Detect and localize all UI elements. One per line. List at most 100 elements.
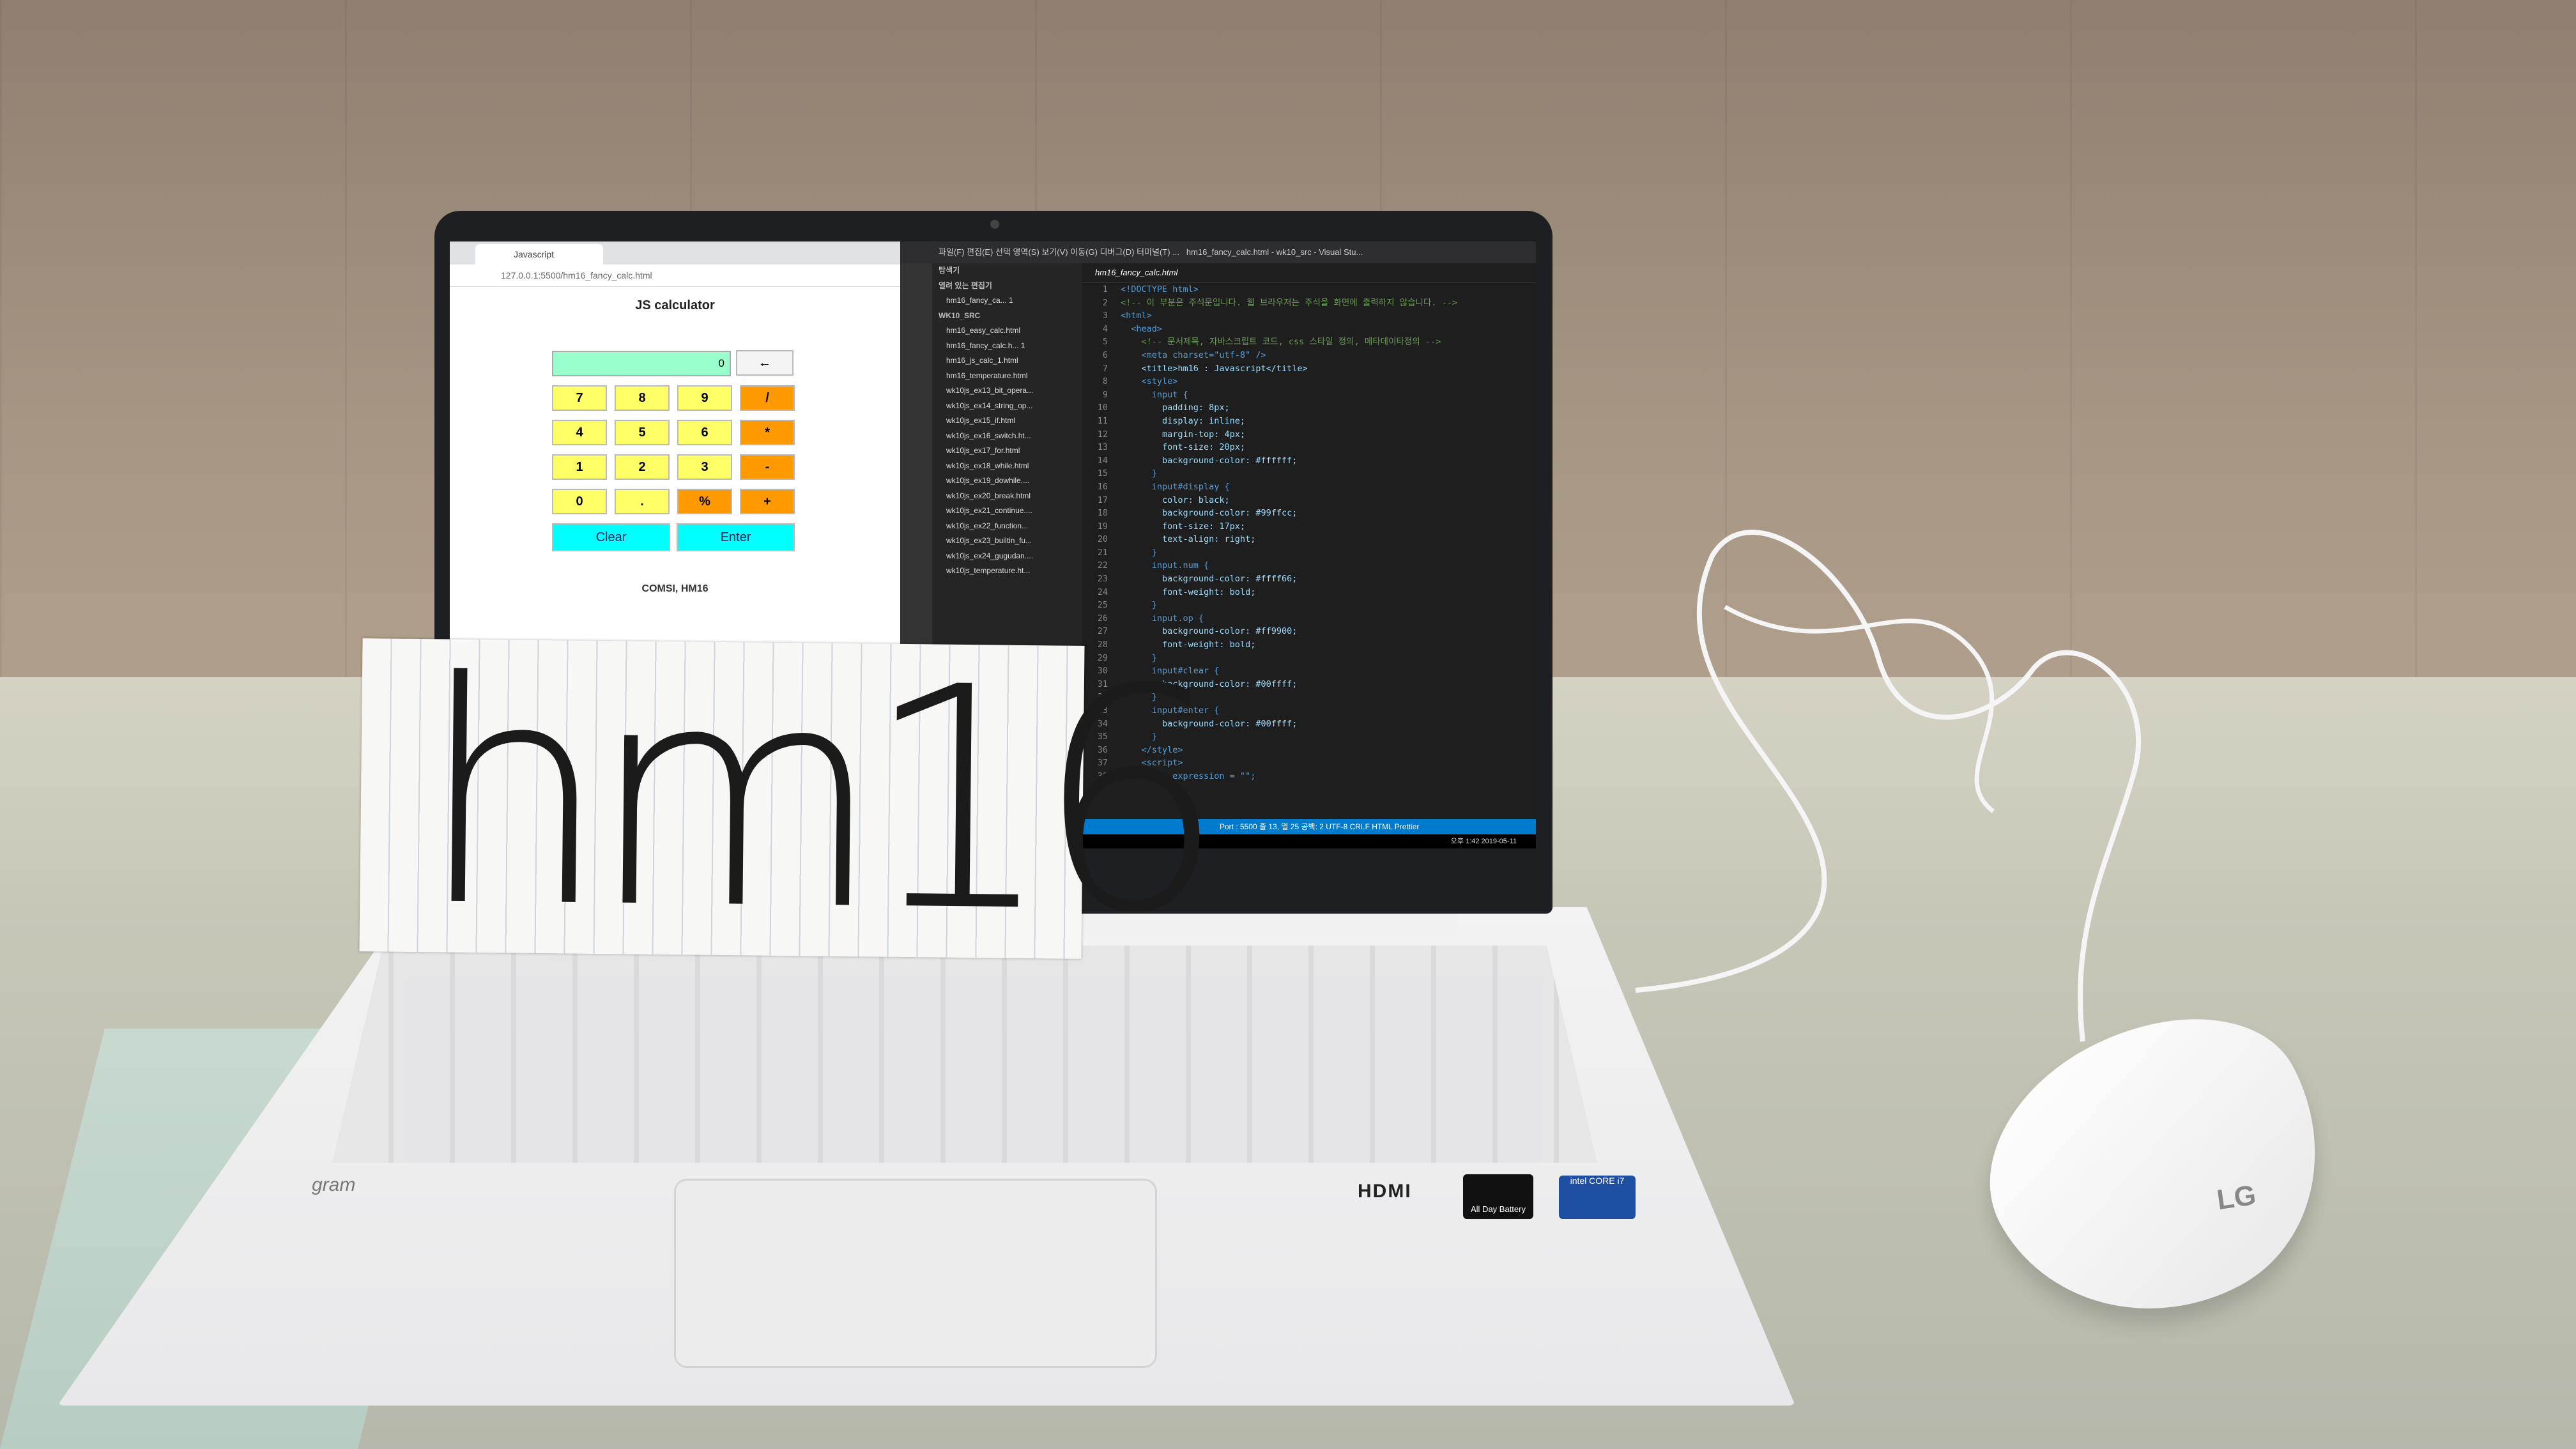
file-item[interactable]: hm16_temperature.html [932, 369, 1082, 384]
key-2[interactable]: 2 [615, 454, 670, 480]
clear-button[interactable]: Clear [552, 523, 670, 551]
file-item[interactable]: wk10js_ex16_switch.ht... [932, 429, 1082, 444]
vscode-menu[interactable]: 파일(F) 편집(E) 선택 영역(S) 보기(V) 이동(G) 디버그(D) … [939, 247, 1179, 257]
key-7[interactable]: 7 [552, 385, 607, 411]
line-number: 21 [1097, 547, 1108, 558]
key-minus[interactable]: - [740, 454, 795, 480]
code-line: 19 font-size: 17px; [1098, 520, 1536, 533]
calc-title: JS calculator [635, 298, 715, 312]
file-item[interactable]: wk10js_ex14_string_op... [932, 399, 1082, 414]
key-plus[interactable]: + [740, 489, 795, 514]
code-line: 26 input.op { [1098, 612, 1536, 625]
address-bar[interactable]: 127.0.0.1:5500/hm16_fancy_calc.html [450, 264, 900, 287]
code-line: 15 } [1098, 467, 1536, 480]
code-line: 7 <title>hm16 : Javascript</title> [1103, 362, 1536, 376]
key-0[interactable]: 0 [552, 489, 607, 514]
code-line: 3 <html> [1103, 309, 1536, 323]
folder-header[interactable]: WK10_SRC [932, 309, 1082, 324]
line-number: 24 [1097, 586, 1108, 597]
webcam [990, 220, 999, 229]
code-line: 1 <!DOCTYPE html> [1103, 283, 1536, 296]
code-line: 4 <head> [1103, 323, 1536, 336]
file-item[interactable]: wk10js_ex24_gugudan.... [932, 549, 1082, 564]
browser-tab[interactable]: Javascript [475, 244, 603, 264]
key-9[interactable]: 9 [677, 385, 732, 411]
file-item[interactable]: wk10js_ex17_for.html [932, 443, 1082, 459]
file-item[interactable]: wk10js_ex19_dowhile.... [932, 473, 1082, 489]
line-number: 4 [1102, 323, 1108, 334]
code-line: 22 input.num { [1098, 559, 1536, 572]
key-percent[interactable]: % [677, 489, 732, 514]
battery-badge: All Day Battery [1463, 1174, 1533, 1219]
code-line: 25 } [1098, 599, 1536, 612]
key-3[interactable]: 3 [677, 454, 732, 480]
file-item[interactable]: wk10js_ex20_break.html [932, 489, 1082, 504]
key-1[interactable]: 1 [552, 454, 607, 480]
code-line: 2 <!-- 이 부분은 주석문입니다. 웹 브라우저는 주석을 화면에 출력하지… [1103, 296, 1536, 310]
line-number: 19 [1097, 521, 1108, 532]
line-number: 6 [1102, 349, 1108, 360]
vscode-title: hm16_fancy_calc.html - wk10_src - Visual… [1186, 247, 1363, 257]
open-editor-item[interactable]: hm16_fancy_ca... 1 [932, 293, 1082, 309]
key-divide[interactable]: / [740, 385, 795, 411]
line-number: 3 [1102, 310, 1108, 321]
line-number: 10 [1097, 402, 1108, 413]
code-line: 12 margin-top: 4px; [1098, 428, 1536, 441]
code-line: 10 padding: 8px; [1098, 401, 1536, 415]
calc-keypad: 7 8 9 / 4 5 6 * 1 2 3 - 0 . % + [552, 385, 795, 514]
code-line: 13 font-size: 20px; [1098, 441, 1536, 454]
file-item[interactable]: hm16_easy_calc.html [932, 323, 1082, 339]
key-8[interactable]: 8 [615, 385, 670, 411]
browser-tabbar: Javascript [450, 241, 900, 264]
editor-tab[interactable]: hm16_fancy_calc.html [1082, 263, 1536, 283]
code-line: 23 background-color: #ffff66; [1098, 572, 1536, 586]
enter-button[interactable]: Enter [677, 523, 795, 551]
file-item[interactable]: hm16_js_calc_1.html [932, 353, 1082, 369]
file-list: hm16_easy_calc.html hm16_fancy_calc.h... … [932, 323, 1082, 579]
code-line: 17 color: black; [1098, 494, 1536, 507]
key-multiply[interactable]: * [740, 420, 795, 445]
key-4[interactable]: 4 [552, 420, 607, 445]
line-number: 16 [1097, 481, 1108, 492]
code-line: 9 input { [1103, 388, 1536, 402]
file-item[interactable]: wk10js_ex15_if.html [932, 413, 1082, 429]
line-number: 22 [1097, 560, 1108, 571]
mouse-brand: LG [2214, 1179, 2258, 1216]
code-line: 18 background-color: #99ffcc; [1098, 507, 1536, 520]
handwritten-text: hm16 [417, 616, 1209, 981]
key-5[interactable]: 5 [615, 420, 670, 445]
line-number: 14 [1097, 455, 1108, 466]
vscode-titlebar: 파일(F) 편집(E) 선택 영역(S) 보기(V) 이동(G) 디버그(D) … [900, 241, 1536, 263]
intel-badge: intel CORE i7 [1559, 1176, 1636, 1219]
line-number: 5 [1102, 337, 1108, 348]
code-line: 20 text-align: right; [1098, 533, 1536, 546]
line-number: 18 [1097, 508, 1108, 519]
line-number: 13 [1097, 442, 1108, 453]
index-card: hm16 [359, 617, 1209, 981]
file-item[interactable]: wk10js_ex13_bit_opera... [932, 383, 1082, 399]
line-number: 23 [1097, 574, 1108, 585]
line-number: 7 [1102, 363, 1108, 374]
key-dot[interactable]: . [615, 489, 670, 514]
file-item[interactable]: wk10js_ex21_continue.... [932, 503, 1082, 519]
calc-footer: COMSI, HM16 [641, 583, 709, 594]
code-line: 6 <meta charset="utf-8" /> [1103, 349, 1536, 362]
line-number: 8 [1102, 376, 1108, 387]
mouse-cable [1635, 530, 2141, 1042]
calc-display[interactable]: 0 [552, 351, 731, 376]
key-6[interactable]: 6 [677, 420, 732, 445]
line-number: 25 [1097, 600, 1108, 611]
line-number: 15 [1097, 468, 1108, 479]
open-editors-header[interactable]: 열려 있는 편집기 [932, 279, 1082, 294]
trackpad[interactable] [674, 1179, 1157, 1368]
backspace-button[interactable]: ← [736, 350, 793, 376]
line-number: 12 [1097, 429, 1108, 440]
file-item[interactable]: wk10js_ex18_while.html [932, 459, 1082, 474]
file-item[interactable]: hm16_fancy_calc.h... 1 [932, 339, 1082, 354]
code-line: 8 <style> [1103, 375, 1536, 388]
file-item[interactable]: wk10js_temperature.ht... [932, 564, 1082, 579]
code-line: 11 display: inline; [1098, 415, 1536, 428]
file-item[interactable]: wk10js_ex23_builtin_fu... [932, 533, 1082, 549]
file-item[interactable]: wk10js_ex22_function... [932, 519, 1082, 534]
line-number: 9 [1102, 389, 1108, 400]
